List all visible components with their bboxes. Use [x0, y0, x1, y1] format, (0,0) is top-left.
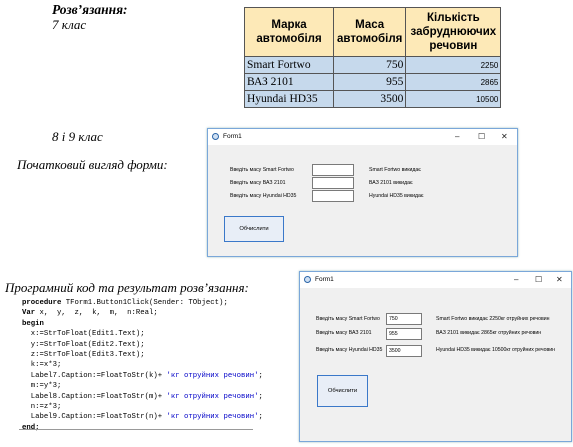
- calculate-button[interactable]: Обчислити: [317, 375, 368, 407]
- app-icon: [212, 133, 219, 140]
- header-pollutants: Кількість забруднюючих речовин: [405, 7, 502, 57]
- code-text: ;: [258, 371, 263, 380]
- code-line: m:=y*3;: [22, 382, 62, 391]
- label-vaz-mass: Введіть масу ВАЗ 2101: [316, 330, 372, 336]
- code-keyword: procedure: [22, 299, 62, 307]
- edit-hyundai-mass[interactable]: [312, 190, 354, 202]
- code-line: x:=StrToFloat(Edit1.Text);: [22, 330, 145, 339]
- cell-brand: Hyundai HD35: [244, 90, 334, 108]
- code-text: TForm1.Button1Click(Sender: TObject);: [61, 299, 228, 307]
- edit-smart-mass[interactable]: 750: [386, 313, 422, 325]
- result-smart: Smart Fortwo викидає 2250кг отруйних реч…: [436, 316, 550, 322]
- code-text: ;: [258, 413, 263, 422]
- result-hyundai: Hyundai HD35 викидає 10500кг отруйних ре…: [436, 347, 555, 353]
- cell-pollutants: 10500: [405, 90, 502, 108]
- form1-result-window: Form1 – ☐ ✕ Введіть масу Smart Fortwo Вв…: [299, 271, 572, 442]
- code-text: ;: [258, 392, 263, 401]
- window-title: Form1: [223, 133, 242, 140]
- code-text: Label7.Caption:=FloatToStr(k)+: [22, 371, 167, 380]
- table-row: Hyundai HD35 3500 10500: [244, 90, 502, 108]
- code-string: 'кг отруйних речовин': [166, 371, 259, 380]
- title-bar: Form1 – ☐ ✕: [208, 129, 517, 145]
- code-text: Label8.Caption:=FloatToStr(m)+: [22, 392, 167, 401]
- cell-mass: 955: [332, 73, 407, 91]
- initial-form-caption: Початковий вигляд форми:: [17, 157, 168, 172]
- edit-vaz-mass[interactable]: 955: [386, 328, 422, 340]
- result-hyundai: Hyundai HD35 викидає: [369, 193, 424, 199]
- code-string: 'кг отруйних речовин': [166, 413, 259, 422]
- code-result-caption: Програмний код та результат розв’язання:: [5, 280, 249, 295]
- label-smart-mass: Введіть масу Smart Fortwo: [230, 167, 294, 173]
- label-hyundai-mass: Введіть масу Hyundai HD35: [316, 347, 383, 353]
- label-hyundai-mass: Введіть масу Hyundai HD35: [230, 193, 297, 199]
- header-mass: Маса автомобіля: [332, 7, 407, 57]
- grade-7-label: 7 клас: [52, 17, 87, 32]
- maximize-icon[interactable]: ☐: [478, 132, 485, 141]
- divider: [19, 429, 253, 430]
- table-row: Smart Fortwo 750 2250: [244, 56, 502, 74]
- code-listing: procedure TForm1.Button1Click(Sender: TO…: [22, 298, 263, 433]
- cell-mass: 750: [332, 56, 407, 74]
- code-string: 'кг отруйних речовин': [166, 392, 259, 401]
- calculate-button[interactable]: Обчислити: [224, 216, 284, 242]
- cell-brand: Smart Fortwo: [244, 56, 334, 74]
- cell-pollutants: 2865: [405, 73, 502, 91]
- code-text: x, y, z, k, m, n:Real;: [35, 309, 158, 318]
- close-icon[interactable]: ✕: [556, 275, 563, 284]
- result-vaz: ВАЗ 2101 викидає: [369, 180, 413, 186]
- minimize-icon[interactable]: –: [514, 275, 518, 284]
- result-vaz: ВАЗ 2101 викидає 2865кг отруйних речовин: [436, 330, 542, 336]
- table-header-row: Марка автомобіля Маса автомобіля Кількіс…: [244, 7, 502, 57]
- code-line: n:=z*3;: [22, 403, 62, 412]
- title-bar: Form1 – ☐ ✕: [300, 272, 571, 288]
- cell-mass: 3500: [332, 90, 407, 108]
- cell-pollutants: 2250: [405, 56, 502, 74]
- grade-8-9-label: 8 і 9 клас: [52, 129, 103, 144]
- close-icon[interactable]: ✕: [501, 132, 508, 141]
- header-brand: Марка автомобіля: [244, 7, 334, 57]
- form1-initial-window: Form1 – ☐ ✕ Введіть масу Smart Fortwo Вв…: [207, 128, 518, 257]
- code-keyword: begin: [22, 319, 44, 328]
- code-line: z:=StrToFloat(Edit3.Text);: [22, 351, 145, 360]
- window-title: Form1: [315, 276, 334, 283]
- edit-smart-mass[interactable]: [312, 164, 354, 176]
- maximize-icon[interactable]: ☐: [535, 275, 542, 284]
- minimize-icon[interactable]: –: [455, 132, 459, 141]
- table-row: ВАЗ 2101 955 2865: [244, 73, 502, 91]
- label-smart-mass: Введіть масу Smart Fortwo: [316, 316, 380, 322]
- edit-vaz-mass[interactable]: [312, 177, 354, 189]
- code-line: y:=StrToFloat(Edit2.Text);: [22, 340, 145, 349]
- cell-brand: ВАЗ 2101: [244, 73, 334, 91]
- code-keyword: end;: [22, 423, 40, 432]
- vehicle-table: Марка автомобіля Маса автомобіля Кількіс…: [244, 7, 502, 108]
- app-icon: [304, 276, 311, 283]
- solution-heading: Розв’язання:: [52, 2, 128, 17]
- edit-hyundai-mass[interactable]: 3500: [386, 345, 422, 357]
- result-smart: Smart Fortwo викидає: [369, 167, 421, 173]
- label-vaz-mass: Введіть масу ВАЗ 2101: [230, 180, 286, 186]
- code-line: k:=x*3;: [22, 361, 62, 370]
- code-text: Label9.Caption:=FloatToStr(n)+: [22, 413, 167, 422]
- code-keyword: Var: [22, 309, 36, 318]
